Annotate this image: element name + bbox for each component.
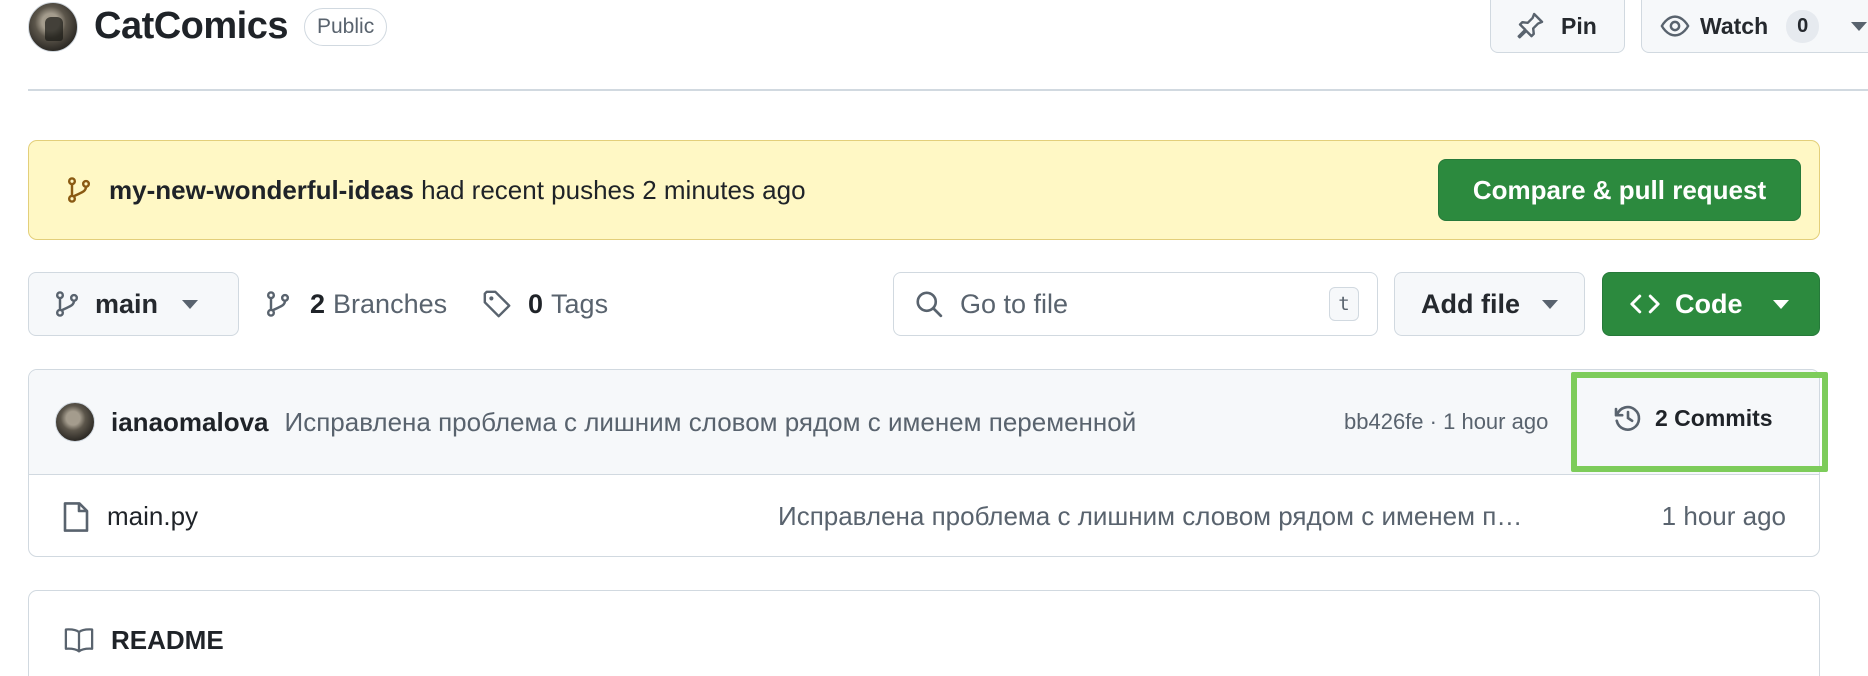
tags-count: 0 [528, 288, 544, 319]
repo-header: CatComics Public [28, 0, 388, 60]
book-icon [63, 626, 95, 654]
commits-label: 2 Commits [1655, 404, 1773, 431]
commit-author[interactable]: ianaomalova [111, 407, 269, 438]
chevron-down-icon [1772, 299, 1789, 309]
table-row[interactable]: main.py Исправлена проблема с лишним сло… [29, 475, 1819, 556]
repository-page: CatComics Public Pin Watch 0 my-new-wond… [0, 0, 1868, 676]
commit-hash[interactable]: bb426fe [1344, 409, 1424, 434]
go-to-file-placeholder: Go to file [960, 288, 1069, 319]
go-to-file-input[interactable]: Go to file t [893, 272, 1378, 336]
chevron-down-icon [182, 299, 199, 309]
repo-name[interactable]: CatComics [94, 5, 289, 48]
commits-history-link[interactable]: 2 Commits [1613, 403, 1773, 433]
tags-link[interactable]: 0 Tags [482, 272, 608, 336]
branch-selector[interactable]: main [28, 272, 239, 336]
branches-count: 2 [310, 288, 326, 319]
commit-meta: bb426fe · 1 hour ago [1344, 409, 1548, 435]
banner-message: had recent pushes 2 minutes ago [421, 174, 806, 205]
owner-avatar[interactable] [28, 2, 78, 52]
pin-icon [1515, 11, 1545, 41]
visibility-badge: Public [304, 8, 388, 46]
chevron-down-icon [1542, 299, 1558, 309]
latest-commit-row: ianaomalova Исправлена проблема с лишним… [29, 370, 1819, 475]
git-branch-icon [65, 176, 93, 204]
git-branch-icon [264, 290, 292, 318]
pin-label: Pin [1561, 12, 1597, 39]
compare-pull-request-button[interactable]: Compare & pull request [1438, 159, 1801, 221]
file-icon [63, 501, 89, 533]
branches-link[interactable]: 2 Branches [264, 272, 447, 336]
avatar[interactable] [55, 402, 95, 442]
file-table: ianaomalova Исправлена проблема с лишним… [28, 369, 1820, 557]
branches-label: Branches [333, 288, 448, 319]
search-icon [914, 289, 944, 319]
file-commit-message[interactable]: Исправлена проблема с лишним словом рядо… [778, 501, 1536, 532]
readme-title[interactable]: README [111, 625, 224, 656]
watch-button[interactable]: Watch 0 [1641, 0, 1868, 53]
pin-button[interactable]: Pin [1490, 0, 1625, 53]
code-button[interactable]: Code [1602, 272, 1820, 336]
eye-icon [1660, 11, 1690, 41]
banner-text: my-new-wonderful-ideas had recent pushes… [109, 175, 806, 206]
history-icon [1613, 403, 1643, 433]
code-label: Code [1675, 288, 1743, 319]
recent-push-banner: my-new-wonderful-ideas had recent pushes… [28, 140, 1820, 240]
tags-label: Tags [551, 288, 609, 319]
add-file-button[interactable]: Add file [1394, 272, 1585, 336]
current-branch: main [95, 288, 159, 319]
git-branch-icon [53, 290, 81, 318]
readme-panel: README [28, 590, 1820, 676]
add-file-label: Add file [1421, 288, 1520, 319]
file-commit-time: 1 hour ago [1661, 501, 1786, 531]
tag-icon [482, 289, 512, 319]
file-name[interactable]: main.py [107, 501, 198, 532]
meta-separator: · [1429, 409, 1437, 434]
watch-label: Watch [1700, 12, 1769, 39]
commit-message[interactable]: Исправлена проблема с лишним словом рядо… [285, 407, 1137, 438]
code-icon [1629, 290, 1661, 318]
header-divider [28, 89, 1868, 91]
banner-branch-link[interactable]: my-new-wonderful-ideas [109, 175, 414, 205]
chevron-down-icon [1851, 21, 1868, 31]
keyboard-shortcut-hint: t [1329, 287, 1359, 321]
watch-count: 0 [1786, 9, 1820, 43]
commit-time: 1 hour ago [1443, 409, 1549, 434]
